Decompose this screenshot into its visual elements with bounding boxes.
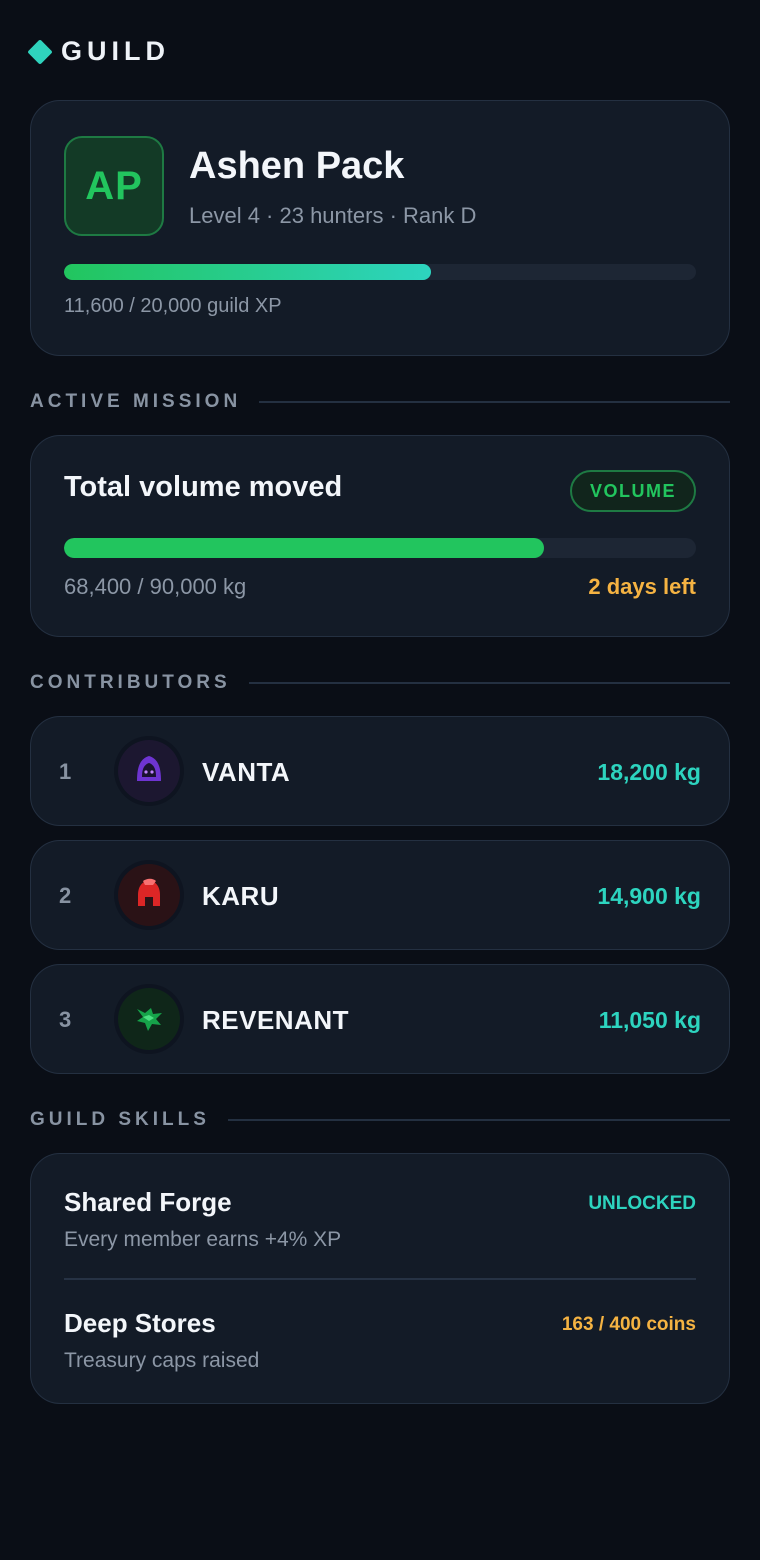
section-divider xyxy=(227,1119,730,1121)
guild-xp-text: 11,600 / 20,000 guild XP xyxy=(64,295,282,317)
guild-page: GUILD AP Ashen Pack Level 4 · 23 hunters… xyxy=(0,0,760,1560)
page-header: GUILD xyxy=(27,36,170,67)
contributor-row[interactable]: 1 VANTA 18,200 kg xyxy=(30,716,730,826)
guild-avatar: AP xyxy=(64,136,164,236)
section-label: GUILD SKILLS xyxy=(30,1109,210,1130)
section-active-mission: ACTIVE MISSION xyxy=(30,391,730,413)
mission-progress-text: 68,400 / 90,000 kg xyxy=(64,574,247,599)
contributor-name: KARU xyxy=(202,880,280,911)
mission-time-left: 2 days left xyxy=(588,574,696,599)
contributor-value: 18,200 kg xyxy=(597,758,701,785)
skill-description: Every member earns +4% XP xyxy=(64,1228,342,1251)
guild-card[interactable]: AP Ashen Pack Level 4 · 23 hunters · Ran… xyxy=(30,100,730,356)
contributor-rank: 1 xyxy=(59,759,72,784)
mission-progress-fill xyxy=(64,538,545,558)
section-guild-skills: GUILD SKILLS xyxy=(30,1109,730,1131)
guild-xp-fill xyxy=(64,264,431,280)
page-title: GUILD xyxy=(61,36,170,66)
mission-title: Total volume moved xyxy=(64,471,343,503)
mission-progress-bar xyxy=(64,538,696,558)
mission-type-badge: VOLUME xyxy=(569,470,696,512)
contributor-row[interactable]: 3 REVENANT 11,050 kg xyxy=(30,964,730,1074)
skill-status: 163 / 400 coins xyxy=(561,1314,696,1335)
skill-name: Shared Forge xyxy=(64,1187,232,1217)
contributor-name: VANTA xyxy=(202,756,291,787)
contributor-name: REVENANT xyxy=(202,1004,350,1035)
guild-xp-bar xyxy=(64,264,696,280)
section-divider xyxy=(259,401,730,403)
skills-card: Shared Forge Every member earns +4% XP U… xyxy=(30,1153,730,1404)
spartan-helmet-icon xyxy=(118,864,180,926)
section-label: ACTIVE MISSION xyxy=(30,391,242,412)
contributor-row[interactable]: 2 KARU 14,900 kg xyxy=(30,840,730,950)
section-label: CONTRIBUTORS xyxy=(30,672,231,693)
diamond-icon xyxy=(27,38,53,65)
contributor-value: 14,900 kg xyxy=(597,882,701,909)
skill-name: Deep Stores xyxy=(64,1308,216,1338)
contributor-rank: 3 xyxy=(59,1007,72,1032)
skill-divider xyxy=(64,1278,696,1280)
contributor-value: 11,050 kg xyxy=(598,1006,701,1033)
mission-card[interactable]: Total volume moved VOLUME 68,400 / 90,00… xyxy=(30,435,730,637)
hooded-figure-icon xyxy=(118,740,180,802)
section-divider xyxy=(248,682,730,684)
wolf-head-icon xyxy=(118,988,180,1050)
guild-name: Ashen Pack xyxy=(189,145,405,187)
contributor-rank: 2 xyxy=(59,883,72,908)
section-contributors: CONTRIBUTORS xyxy=(30,672,730,694)
skill-description: Treasury caps raised xyxy=(64,1349,260,1372)
guild-meta: Level 4 · 23 hunters · Rank D xyxy=(189,203,477,228)
skill-status: UNLOCKED xyxy=(588,1193,696,1214)
